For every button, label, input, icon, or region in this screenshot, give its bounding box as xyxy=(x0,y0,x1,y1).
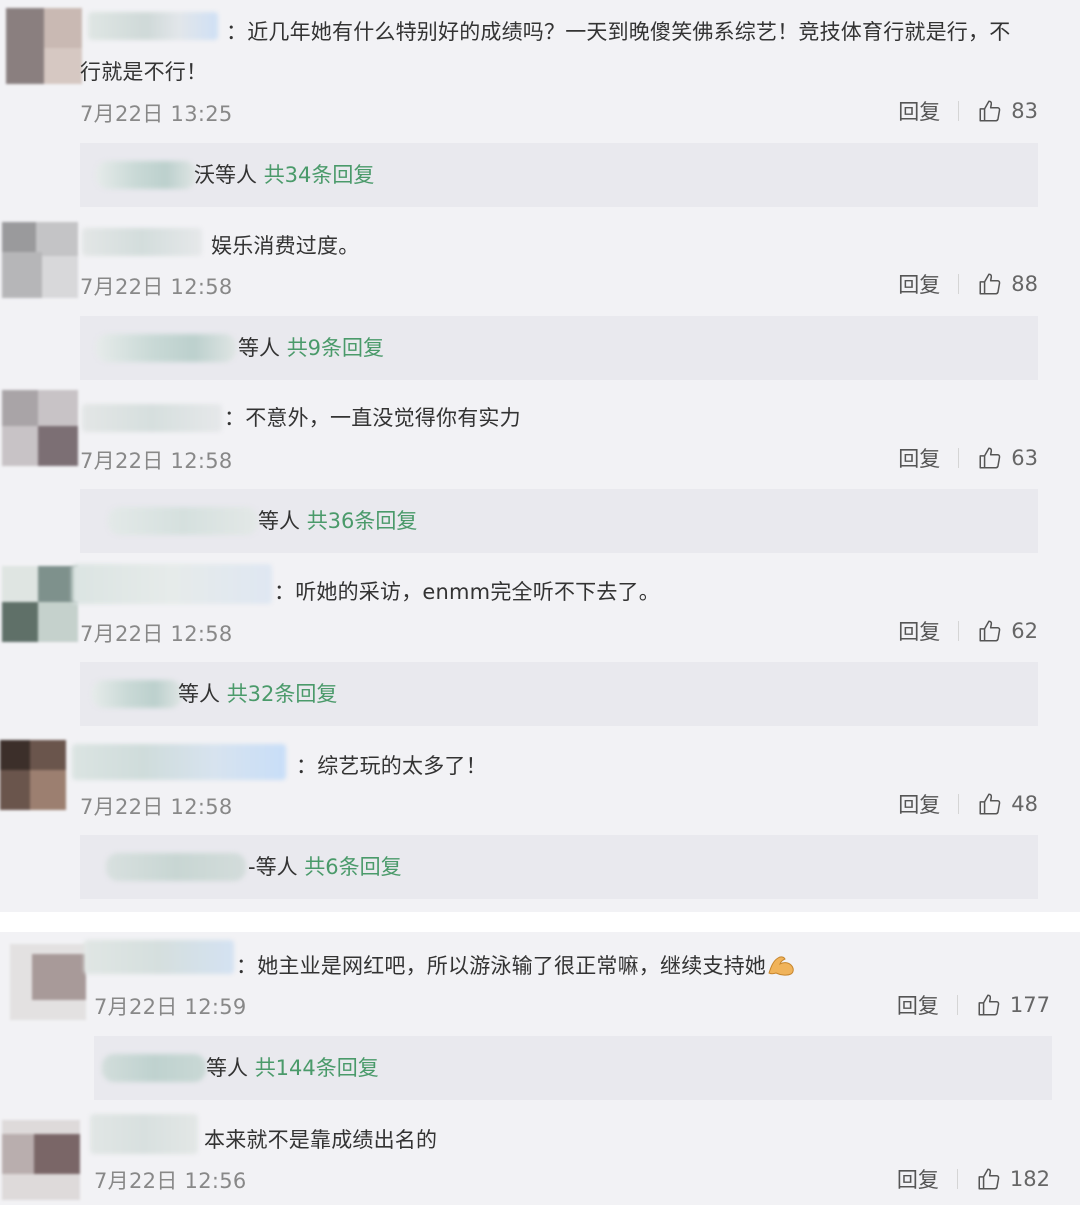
reply-button[interactable]: 回复 xyxy=(897,1164,939,1194)
thumbs-up-icon xyxy=(979,273,1001,295)
sub-reply-usernames xyxy=(96,334,236,362)
reply-count-link[interactable]: 共6条回复 xyxy=(304,855,401,879)
comment-actions: 回复 88 xyxy=(898,269,1038,299)
comment-text: ：近几年她有什么特别好的成绩吗？一天到晚傻笑佛系综艺！竞技体育行就是行，不行就是… xyxy=(80,20,1011,84)
like-button[interactable]: 88 xyxy=(977,271,1038,297)
avatar[interactable] xyxy=(6,8,82,84)
sub-replies-summary: 等人 共36条回复 xyxy=(258,509,418,533)
sub-replies[interactable]: 沃等人 共34条回复 xyxy=(80,143,1038,207)
avatar[interactable] xyxy=(2,566,78,642)
divider xyxy=(958,274,960,294)
sub-replies[interactable]: 等人 共144条回复 xyxy=(94,1036,1052,1100)
like-count: 88 xyxy=(1011,272,1038,296)
reply-count-link[interactable]: 共36条回复 xyxy=(307,509,418,533)
divider xyxy=(958,621,960,641)
username[interactable] xyxy=(72,744,286,780)
sub-reply-usernames xyxy=(102,1054,206,1082)
like-button[interactable]: 48 xyxy=(977,791,1038,817)
reply-button[interactable]: 回复 xyxy=(898,443,940,473)
reply-button[interactable]: 回复 xyxy=(898,616,940,646)
comment-actions: 回复 83 xyxy=(898,96,1038,126)
username[interactable] xyxy=(72,564,272,604)
reply-count-link[interactable]: 共32条回复 xyxy=(227,682,338,706)
comment-text: ：她主业是网红吧，所以游泳输了很正常嘛，继续支持她 xyxy=(236,946,796,986)
reply-count-link[interactable]: 共9条回复 xyxy=(287,336,384,360)
username[interactable] xyxy=(84,940,234,974)
comment-text: ：不意外，一直没觉得你有实力 xyxy=(224,406,521,430)
reply-button[interactable]: 回复 xyxy=(898,96,940,126)
username[interactable] xyxy=(82,228,202,256)
username[interactable] xyxy=(90,1114,198,1154)
like-button[interactable]: 83 xyxy=(977,98,1038,124)
like-button[interactable]: 182 xyxy=(976,1166,1050,1192)
sub-replies-summary: -等人 共6条回复 xyxy=(248,855,402,879)
comment-time: 7月22日 12:58 xyxy=(80,275,233,299)
comment-time: 7月22日 12:59 xyxy=(94,995,247,1019)
thumbs-up-icon xyxy=(979,100,1001,122)
avatar[interactable] xyxy=(2,222,78,298)
sub-replies[interactable]: 等人 共9条回复 xyxy=(80,316,1038,380)
like-count: 177 xyxy=(1009,993,1050,1017)
thumbs-up-icon xyxy=(979,447,1001,469)
comment-actions: 回复 177 xyxy=(897,990,1050,1020)
like-count: 48 xyxy=(1011,792,1038,816)
divider xyxy=(958,448,960,468)
sub-replies-summary: 沃等人 共34条回复 xyxy=(194,163,375,187)
reply-count-link[interactable]: 共34条回复 xyxy=(264,163,375,187)
reply-button[interactable]: 回复 xyxy=(898,269,940,299)
panel-divider xyxy=(0,912,1080,932)
thumbs-up-icon xyxy=(979,620,1001,642)
like-count: 83 xyxy=(1011,99,1038,123)
like-button[interactable]: 177 xyxy=(976,992,1050,1018)
like-count: 63 xyxy=(1011,446,1038,470)
username[interactable] xyxy=(82,404,222,432)
sub-replies[interactable]: 等人 共36条回复 xyxy=(80,489,1038,553)
reply-button[interactable]: 回复 xyxy=(897,990,939,1020)
thumbs-up-icon xyxy=(979,793,1001,815)
comment-time: 7月22日 13:25 xyxy=(80,102,233,126)
avatar[interactable] xyxy=(10,944,86,1020)
divider xyxy=(956,995,958,1015)
thumbs-up-icon xyxy=(978,994,1000,1016)
comment-time: 7月22日 12:56 xyxy=(94,1169,247,1193)
like-button[interactable]: 63 xyxy=(977,445,1038,471)
comment-text: 娱乐消费过度。 xyxy=(211,234,360,258)
comment-actions: 回复 48 xyxy=(898,789,1038,819)
sub-replies-summary: 等人 共144条回复 xyxy=(206,1056,379,1080)
sub-replies[interactable]: -等人 共6条回复 xyxy=(80,835,1038,899)
reply-button[interactable]: 回复 xyxy=(898,789,940,819)
avatar[interactable] xyxy=(2,390,78,466)
sub-replies-summary: 等人 共9条回复 xyxy=(238,336,385,360)
comment-text: 本来就不是靠成绩出名的 xyxy=(204,1128,438,1152)
divider xyxy=(958,101,960,121)
like-count: 182 xyxy=(1009,1167,1050,1191)
divider xyxy=(956,1169,958,1189)
sub-replies[interactable]: 等人 共32条回复 xyxy=(80,662,1038,726)
comment-time: 7月22日 12:58 xyxy=(80,795,233,819)
divider xyxy=(958,794,960,814)
sub-reply-usernames xyxy=(92,680,182,708)
avatar[interactable] xyxy=(2,1120,80,1200)
like-count: 62 xyxy=(1011,619,1038,643)
reply-count-link[interactable]: 共144条回复 xyxy=(255,1056,379,1080)
comment-text: ：听她的采访，enmm完全听不下去了。 xyxy=(274,580,660,604)
sub-reply-usernames xyxy=(108,507,258,535)
flexed-biceps-icon xyxy=(766,950,796,976)
thumbs-up-icon xyxy=(978,1168,1000,1190)
comment-time: 7月22日 12:58 xyxy=(80,449,233,473)
sub-reply-usernames xyxy=(106,853,246,881)
comment-actions: 回复 62 xyxy=(898,616,1038,646)
avatar[interactable] xyxy=(0,740,66,810)
like-button[interactable]: 62 xyxy=(977,618,1038,644)
comment-actions: 回复 63 xyxy=(898,443,1038,473)
sub-replies-summary: 等人 共32条回复 xyxy=(178,682,338,706)
sub-reply-usernames xyxy=(96,161,196,189)
comment-text: ：综艺玩的太多了！ xyxy=(296,754,487,778)
comment-time: 7月22日 12:58 xyxy=(80,622,233,646)
comment-actions: 回复 182 xyxy=(897,1164,1050,1194)
